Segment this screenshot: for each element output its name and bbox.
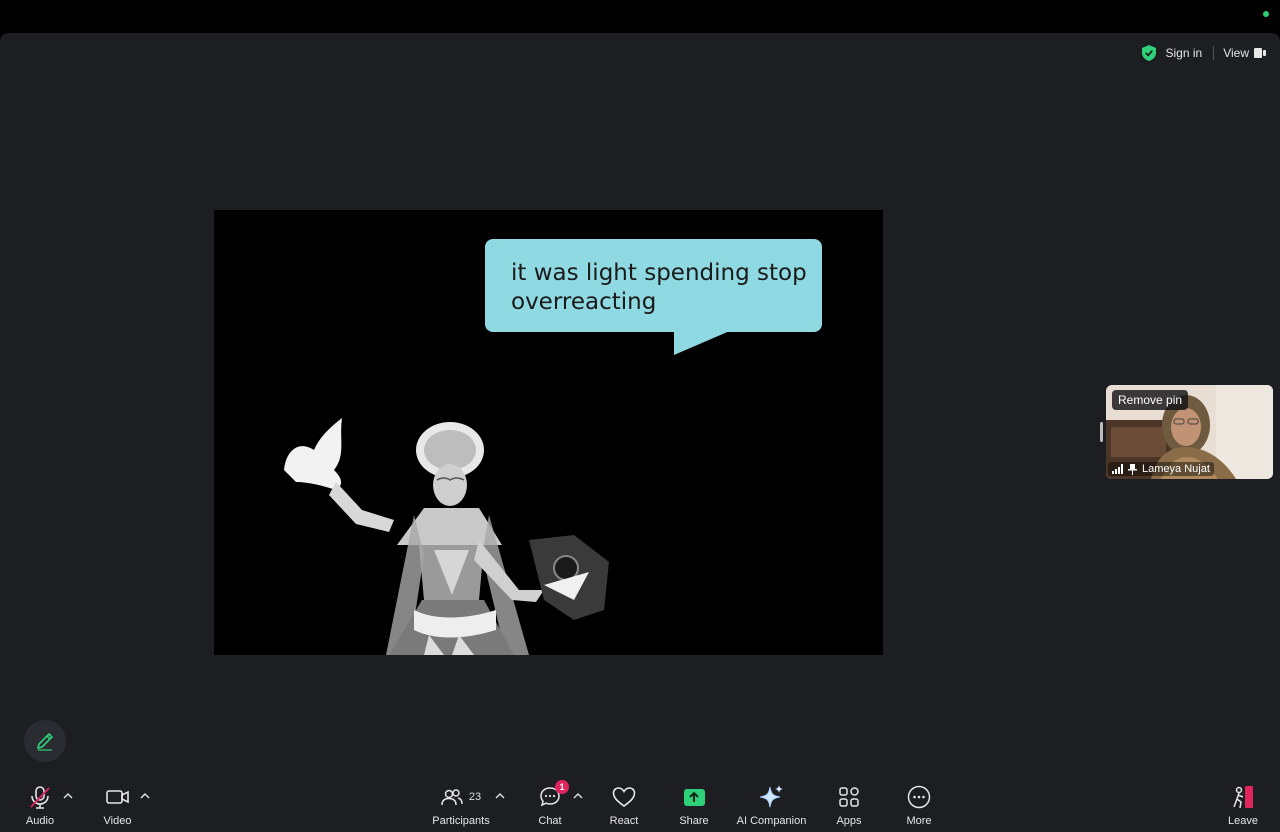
- pinned-video-tile[interactable]: Remove pin Lameya Nujat: [1106, 385, 1273, 479]
- header-right: Sign in View: [1141, 41, 1280, 65]
- annotate-button[interactable]: [24, 720, 66, 762]
- microphone-muted-icon: [30, 786, 50, 809]
- ai-companion-label: AI Companion: [736, 815, 807, 827]
- sign-in-link[interactable]: Sign in: [1166, 46, 1203, 60]
- share-screen-icon: [683, 788, 705, 806]
- video-label: Video: [103, 815, 132, 827]
- video-camera-icon: [105, 790, 129, 804]
- signal-icon: [1112, 464, 1123, 474]
- react-button[interactable]: React: [607, 775, 641, 832]
- more-button[interactable]: More: [903, 775, 935, 832]
- pencil-icon: [36, 732, 54, 751]
- audio-label: Audio: [25, 815, 55, 827]
- header-separator: [1213, 46, 1215, 60]
- status-dot: [1263, 11, 1269, 17]
- leave-button[interactable]: Leave: [1226, 775, 1260, 832]
- participant-name-row: Lameya Nujat: [1108, 462, 1214, 476]
- participants-button[interactable]: 23 Participants: [430, 775, 492, 832]
- apps-button[interactable]: Apps: [833, 775, 865, 832]
- system-top-bar: [0, 0, 1280, 33]
- chat-label: Chat: [538, 815, 562, 827]
- view-icon: [1254, 48, 1266, 58]
- more-icon: [907, 785, 931, 809]
- meeting-toolbar: Audio Video 23 Participants 1 Chat React…: [0, 775, 1280, 832]
- remove-pin-button[interactable]: Remove pin: [1112, 390, 1189, 410]
- view-button[interactable]: View: [1223, 46, 1266, 60]
- speech-bubble-tail: [674, 330, 732, 355]
- participant-name: Lameya Nujat: [1142, 463, 1210, 475]
- sparkle-icon: [759, 785, 783, 808]
- video-button[interactable]: Video: [100, 775, 135, 832]
- react-label: React: [609, 815, 639, 827]
- participants-label: Participants: [432, 815, 490, 827]
- shield-check-icon: [1141, 45, 1156, 61]
- audio-options-chevron-up-icon[interactable]: [61, 789, 75, 803]
- chat-unread-badge: 1: [555, 780, 569, 794]
- pin-icon: [1128, 463, 1137, 475]
- audio-button[interactable]: Audio: [20, 775, 60, 832]
- more-label: More: [906, 815, 932, 827]
- participants-icon: [441, 789, 463, 806]
- participants-count: 23: [468, 791, 482, 803]
- chat-button[interactable]: 1 Chat: [535, 775, 569, 832]
- ai-companion-button[interactable]: AI Companion: [736, 775, 807, 832]
- share-label: Share: [679, 815, 709, 827]
- apps-icon: [839, 787, 859, 807]
- heart-icon: [612, 787, 636, 807]
- leave-label: Leave: [1228, 815, 1258, 827]
- chat-options-chevron-up-icon[interactable]: [571, 789, 585, 803]
- view-label: View: [1223, 46, 1249, 60]
- apps-label: Apps: [836, 815, 862, 827]
- share-button[interactable]: Share: [677, 775, 711, 832]
- shared-screen: it was light spending stop overreacting: [214, 210, 883, 655]
- participants-options-chevron-up-icon[interactable]: [493, 789, 507, 803]
- tile-drag-handle[interactable]: [1100, 422, 1103, 442]
- leave-icon: [1233, 786, 1253, 809]
- video-options-chevron-up-icon[interactable]: [138, 789, 152, 803]
